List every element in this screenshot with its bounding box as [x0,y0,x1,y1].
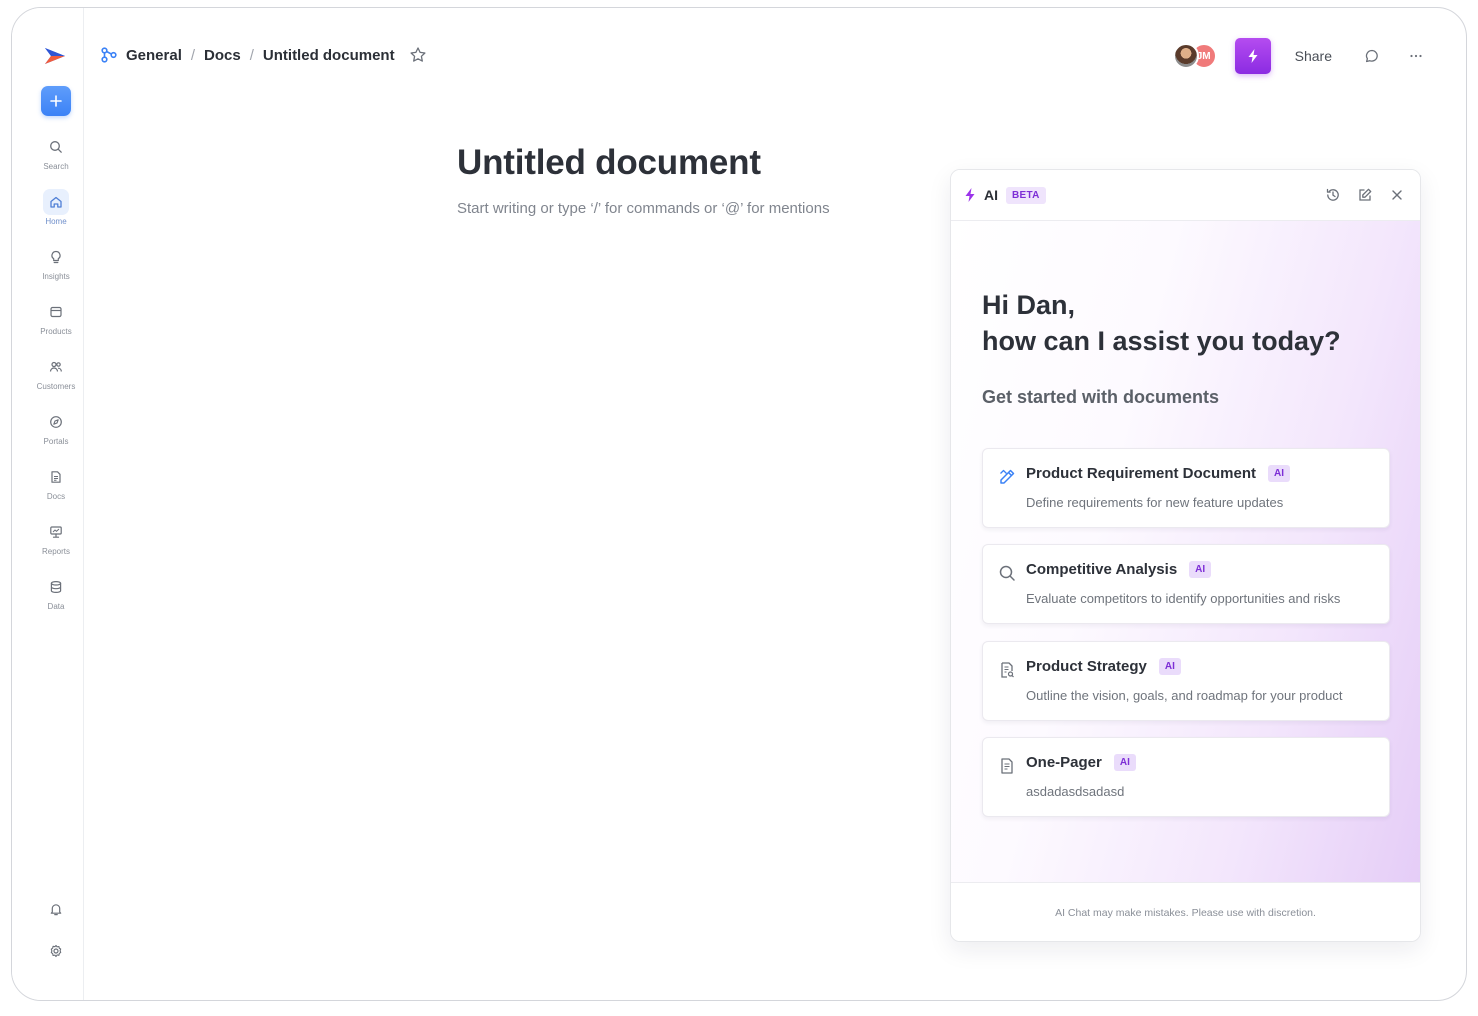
topbar-actions: JM Share [1172,38,1426,74]
sidebar-item-label: Products [40,327,72,336]
sidebar-item-data[interactable]: Data [22,574,90,622]
customers-icon [43,354,69,380]
search-icon [997,563,1017,583]
ai-panel-footer: AI Chat may make mistakes. Please use wi… [951,882,1420,941]
gear-icon[interactable] [46,941,66,961]
sidebar-item-customers[interactable]: Customers [22,354,90,402]
template-card-prd[interactable]: Product Requirement Document AI Define r… [982,448,1390,528]
pencil-ruler-icon [997,467,1017,487]
sidebar-item-label: Portals [43,437,69,446]
ai-greeting: Hi Dan, how can I assist you today? [982,287,1341,359]
breadcrumb-docs[interactable]: Docs [204,47,241,64]
reports-icon [43,519,69,545]
breadcrumb-current-document[interactable]: Untitled document [263,47,395,64]
ai-panel-header: AI BETA [951,170,1420,221]
sidebar-item-home[interactable]: Home [22,189,90,237]
strategy-doc-icon [997,660,1017,680]
document-icon [997,756,1017,776]
card-title: One-Pager [1026,754,1102,771]
card-description: Define requirements for new feature upda… [1026,495,1284,510]
collaborator-avatars[interactable]: JM [1172,41,1219,71]
compass-icon [43,409,69,435]
sidebar-item-label: Customers [36,382,76,391]
card-description: asdadasdsadasd [1026,784,1125,799]
sidebar-item-label: Insights [42,272,70,281]
search-icon [43,134,69,160]
card-title-row: Product Requirement Document AI [1026,465,1291,482]
sidebar-item-label: Reports [41,547,70,556]
sidebar-item-products[interactable]: Products [22,299,90,347]
history-icon[interactable] [1324,186,1342,204]
ai-tag: AI [1189,561,1212,578]
lightbulb-icon [43,244,69,270]
share-button[interactable]: Share [1295,48,1332,64]
plus-icon [50,95,62,107]
lightning-icon [1248,49,1258,63]
lightning-icon [964,187,976,203]
sidebar-item-insights[interactable]: Insights [22,244,90,292]
card-title: Product Strategy [1026,658,1147,675]
card-title: Product Requirement Document [1026,465,1257,482]
sidebar-item-docs[interactable]: Docs [22,464,90,512]
breadcrumb-separator: / [190,46,196,64]
edit-icon[interactable] [1356,186,1374,204]
card-title-row: Competitive Analysis AI [1026,561,1212,578]
card-description: Evaluate competitors to identify opportu… [1026,591,1341,606]
ai-tag: AI [1268,465,1291,482]
beta-badge: BETA [1006,186,1046,204]
sidebar-item-label: Docs [46,492,66,501]
breadcrumb: General / Docs / Untitled document [100,44,427,66]
card-title-row: One-Pager AI [1026,754,1136,771]
docs-icon [43,464,69,490]
card-title-row: Product Strategy AI [1026,658,1181,675]
star-icon[interactable] [409,46,427,64]
breadcrumb-separator: / [249,46,254,64]
app-logo[interactable] [43,46,67,66]
sidebar-item-portals[interactable]: Portals [22,409,90,457]
more-options-icon[interactable] [1406,46,1426,66]
home-icon [43,189,69,215]
template-card-one-pager[interactable]: One-Pager AI asdadasdsadasd [982,737,1390,817]
greeting-line-2: how can I assist you today? [982,326,1341,356]
sidebar-item-label: Home [45,217,67,226]
ai-assistant-button[interactable] [1234,38,1271,74]
sidebar: Search Home Insights Products Customers [12,8,84,1000]
card-description: Outline the vision, goals, and roadmap f… [1026,688,1343,703]
close-icon[interactable] [1388,186,1406,204]
breadcrumb-general[interactable]: General [126,47,182,64]
ai-disclaimer: AI Chat may make mistakes. Please use wi… [1055,907,1316,919]
bell-icon[interactable] [46,899,66,919]
sidebar-item-search[interactable]: Search [22,134,90,182]
template-card-product-strategy[interactable]: Product Strategy AI Outline the vision, … [982,641,1390,721]
app-window: Search Home Insights Products Customers [11,7,1467,1001]
avatar[interactable] [1172,43,1199,69]
card-title: Competitive Analysis [1026,561,1178,578]
document-title[interactable]: Untitled document [457,143,761,183]
sidebar-item-label: Data [47,602,65,611]
ai-chat-panel: AI BETA Hi Dan, how can I assist you tod… [950,169,1421,942]
ai-panel-body: Hi Dan, how can I assist you today? Get … [951,221,1420,882]
document-body-placeholder[interactable]: Start writing or type ‘/’ for commands o… [457,200,830,217]
ai-panel-actions [1324,186,1406,204]
sidebar-item-label: Search [43,162,69,171]
section-title: Get started with documents [982,387,1220,407]
database-icon [43,574,69,600]
ai-tag: AI [1158,658,1181,675]
new-item-button[interactable] [41,86,71,116]
greeting-line-1: Hi Dan, [982,290,1076,320]
products-icon [43,299,69,325]
ai-tag: AI [1113,754,1136,771]
workspace-icon [100,46,118,64]
sidebar-item-reports[interactable]: Reports [22,519,90,567]
comment-icon[interactable] [1362,46,1382,66]
template-card-competitive-analysis[interactable]: Competitive Analysis AI Evaluate competi… [982,544,1390,624]
ai-panel-title: AI [984,187,998,203]
